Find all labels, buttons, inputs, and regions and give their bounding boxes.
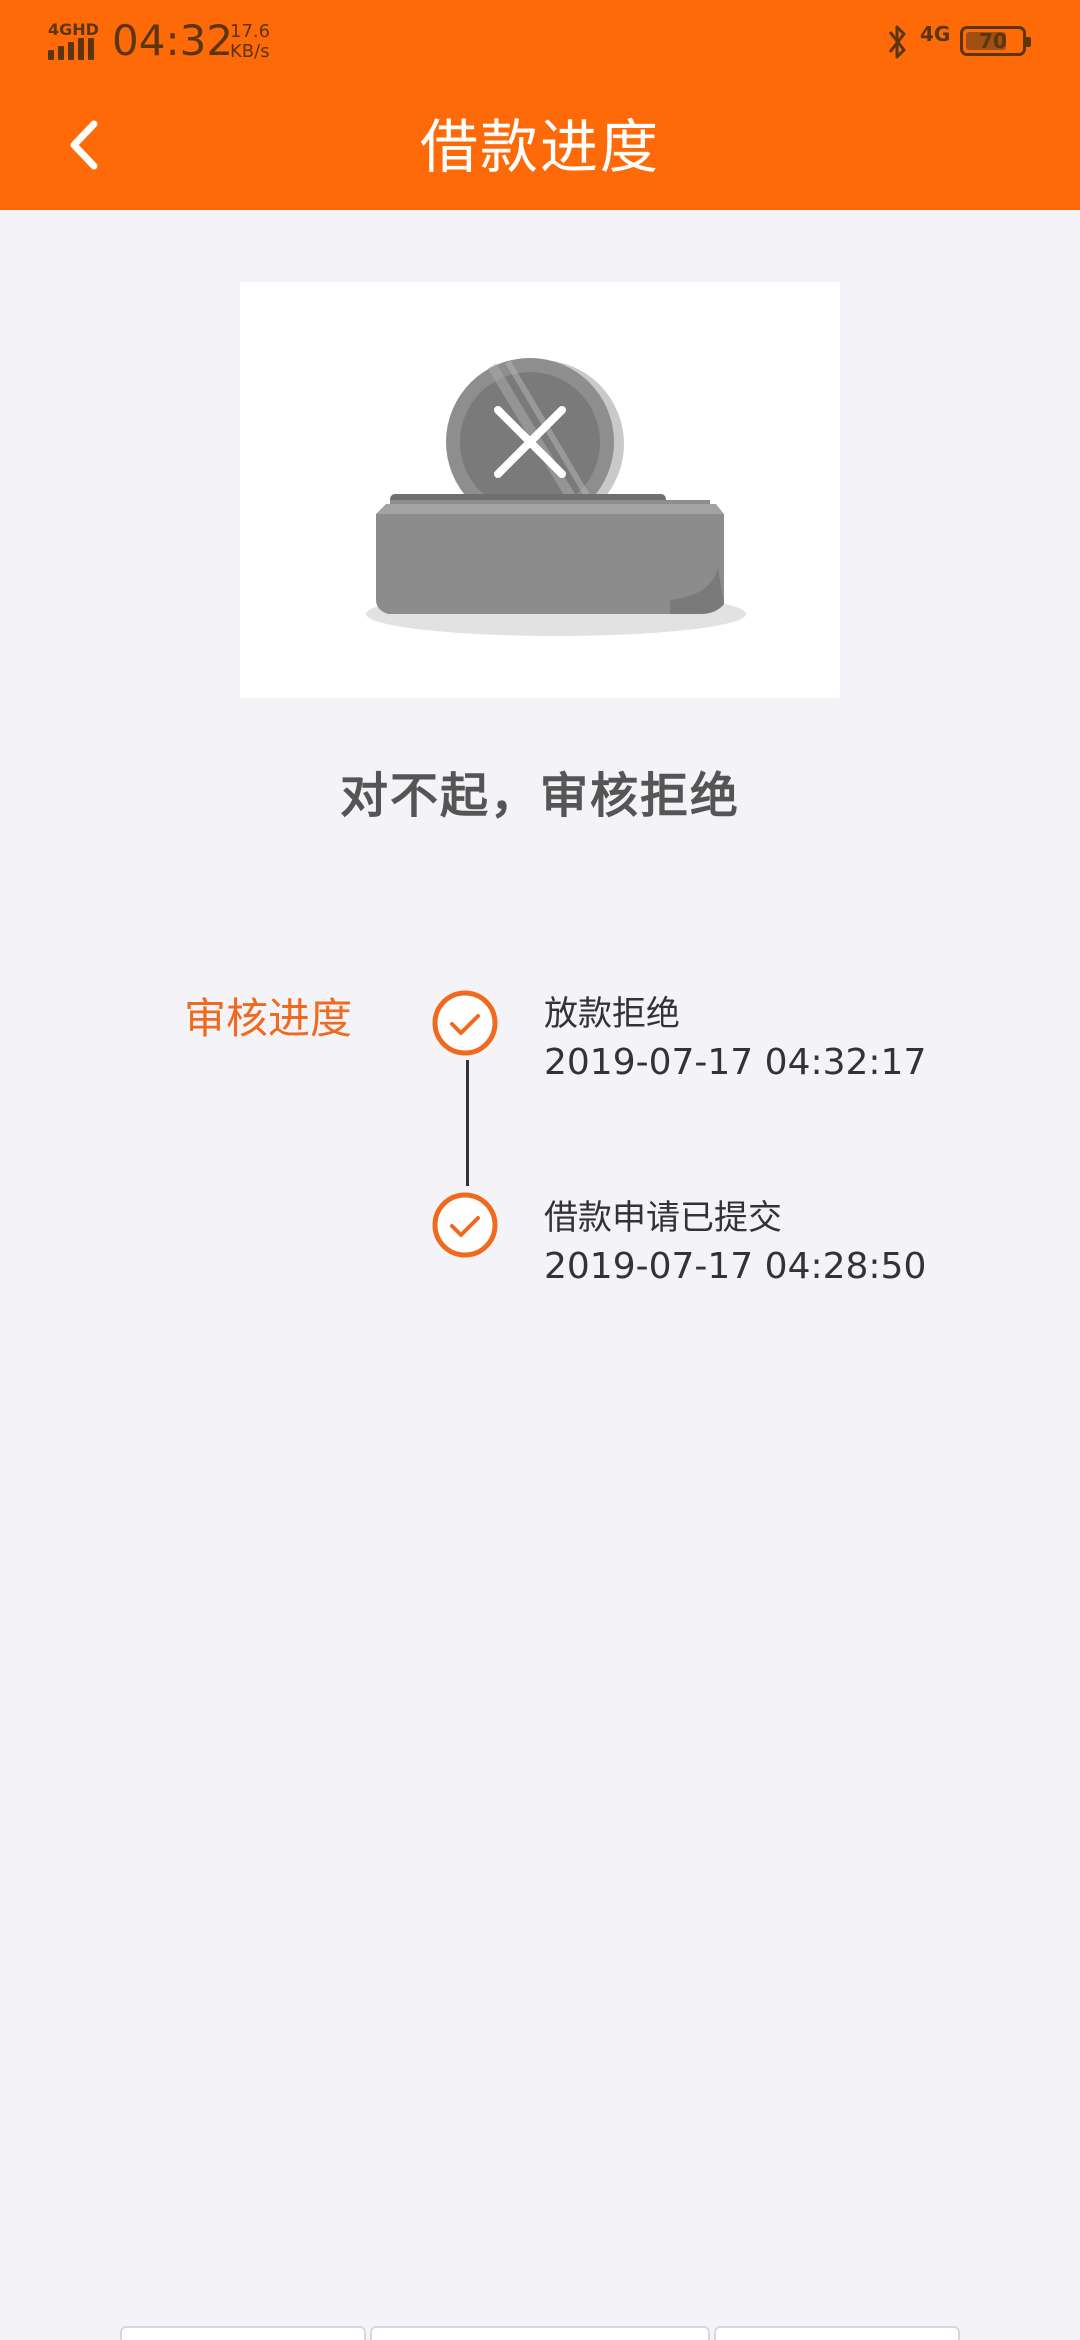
battery-icon: 70	[960, 26, 1031, 56]
header-bar: 4GHD 04:32 17.6 KB/s 4G 70 借款进度	[0, 0, 1080, 210]
check-circle-icon	[432, 990, 498, 1056]
step-title: 放款拒绝	[544, 994, 680, 1034]
signal-icon: 4GHD	[48, 20, 99, 60]
status-time: 04:32	[112, 16, 234, 65]
progress-label: 审核进度	[184, 994, 353, 1043]
timeline-connector	[466, 1060, 469, 1186]
network-speed: 17.6 KB/s	[230, 22, 270, 62]
rejected-coin-box-illustration	[240, 282, 840, 698]
step-title: 借款申请已提交	[544, 1198, 782, 1238]
bottom-edge	[0, 2326, 1080, 2340]
cell-type: 4G	[920, 22, 951, 46]
bluetooth-icon	[888, 25, 906, 59]
speed-unit: KB/s	[230, 41, 270, 62]
page-title: 借款进度	[419, 113, 660, 181]
status-bar: 4GHD 04:32 17.6 KB/s 4G 70	[0, 0, 1080, 86]
step-time: 2019-07-17 04:28:50	[544, 1246, 927, 1287]
result-headline: 对不起，审核拒绝	[339, 768, 740, 824]
network-label: 4GHD	[48, 20, 99, 39]
battery-level: 70	[979, 29, 1007, 53]
step-time: 2019-07-17 04:32:17	[544, 1042, 927, 1083]
check-circle-icon	[432, 1192, 498, 1258]
speed-value: 17.6	[230, 21, 271, 42]
